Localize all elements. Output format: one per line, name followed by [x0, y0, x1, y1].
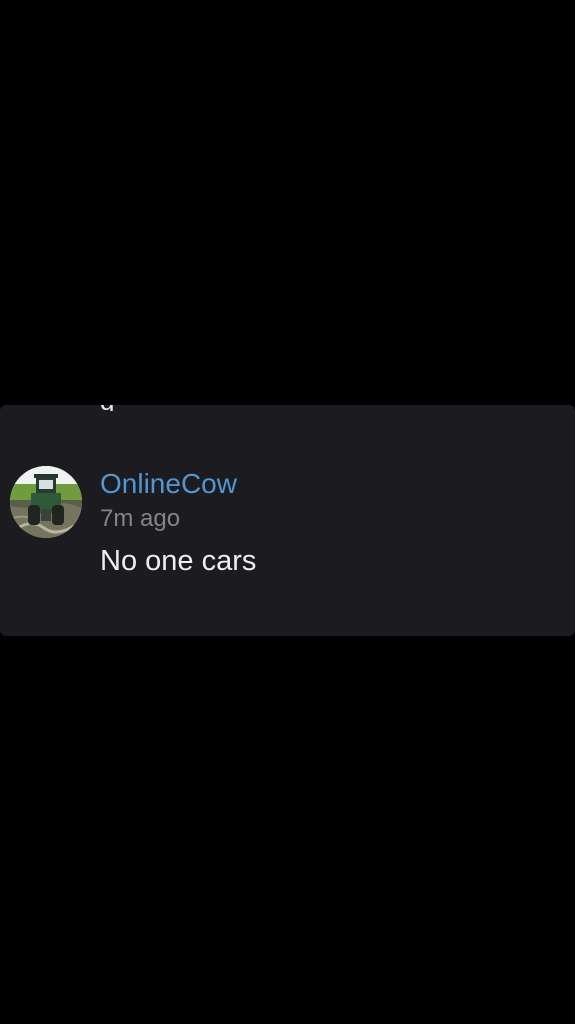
tractor-avatar-icon: [10, 466, 82, 538]
user-avatar[interactable]: [10, 466, 82, 538]
comment-card: g OnlineCow 7m ago No one: [0, 405, 575, 636]
comment-message: No one cars: [100, 545, 257, 577]
previous-text-fragment: g: [100, 405, 114, 411]
username-link[interactable]: OnlineCow: [100, 467, 555, 501]
comment-timestamp: 7m ago: [100, 505, 181, 532]
comment-body: OnlineCow 7m ago No one cars: [100, 467, 555, 579]
screen: g OnlineCow 7m ago No one: [0, 0, 575, 1024]
